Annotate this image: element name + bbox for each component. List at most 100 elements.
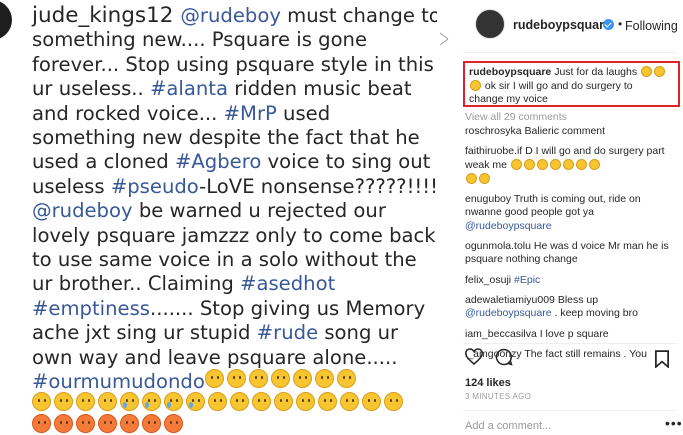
caption-link[interactable]: #alanta bbox=[150, 77, 228, 100]
featured-comment: rudeboypsquare Just for da laughs ok sir… bbox=[463, 61, 680, 107]
caption-text: lovely psquare jamzzz only to come back bbox=[32, 223, 436, 247]
add-comment-input[interactable]: Add a comment... bbox=[465, 420, 551, 432]
weary-emoji-icon bbox=[293, 369, 312, 388]
crying-emoji-icon bbox=[523, 158, 535, 170]
angry-emoji-icon bbox=[32, 414, 51, 433]
crying-emoji-icon bbox=[562, 158, 574, 170]
action-bar bbox=[464, 348, 513, 371]
crying-emoji-icon bbox=[479, 172, 490, 184]
angry-emoji-icon bbox=[120, 414, 139, 433]
caption-text: own way and leave psquare alone..... bbox=[32, 345, 398, 369]
caption-text: ur useless.. bbox=[32, 77, 150, 101]
caption-link[interactable]: #MrP bbox=[224, 102, 277, 125]
caption-link[interactable]: #emptiness bbox=[32, 297, 150, 320]
comment-item: faithiruobe.if D I will go and do surger… bbox=[465, 145, 677, 186]
caption-line: jude_kings12 @rudeboy must change to bbox=[32, 3, 437, 28]
avatar[interactable] bbox=[475, 9, 505, 39]
comment-text: The fact still remains . You bbox=[521, 347, 647, 360]
comment-user[interactable]: adewaletiamiyu009 bbox=[465, 294, 555, 306]
view-all-comments-link[interactable]: View all 29 comments bbox=[465, 111, 567, 123]
caption-text: -LoVE nonsense?????!!!! bbox=[199, 174, 437, 198]
caption-text: useless bbox=[32, 174, 111, 198]
laughing-emoji-icon bbox=[641, 66, 653, 77]
caption-link[interactable]: @rudeboy bbox=[180, 4, 281, 27]
caption-link[interactable]: @rudeboy bbox=[32, 199, 133, 222]
comment-user[interactable]: felix_osuji bbox=[465, 274, 511, 286]
comment-text: I love p square bbox=[536, 327, 609, 340]
caption-link[interactable]: #ourmumudondo bbox=[32, 370, 205, 393]
emoji-row-1 bbox=[205, 369, 356, 388]
comment-item: adewaletiamiyu009 Bless up @rudeboypsqua… bbox=[465, 294, 677, 321]
comment-box-divider bbox=[463, 410, 677, 411]
caption-text: something new despite the fact that he bbox=[32, 126, 420, 150]
emoji-row-2 bbox=[32, 392, 403, 411]
weary-emoji-icon bbox=[249, 369, 268, 388]
actions-divider bbox=[463, 343, 677, 344]
comment-user[interactable]: iam_beccasilva bbox=[465, 328, 537, 340]
weary-emoji-icon bbox=[384, 392, 403, 411]
caption-line: ur brother.. Claiming #asedhot bbox=[32, 272, 432, 296]
caption-line: something new despite the fact that he bbox=[32, 126, 432, 150]
caption-line: to use same voice in a solo without the bbox=[32, 248, 432, 272]
caption-line: own way and leave psquare alone..... bbox=[32, 346, 432, 370]
post-sidebar: rudeboypsquare • Following rudeboypsquar… bbox=[437, 0, 683, 435]
bookmark-icon[interactable] bbox=[655, 350, 669, 373]
caption-text: song ur bbox=[318, 321, 399, 345]
weary-emoji-icon bbox=[252, 392, 271, 411]
caption-text: used a cloned bbox=[32, 150, 175, 174]
weary-emoji-icon bbox=[205, 369, 224, 388]
weary-emoji-icon bbox=[362, 392, 381, 411]
caption-line: lovely psquare jamzzz only to come back bbox=[32, 224, 436, 248]
weary-emoji-icon bbox=[271, 369, 290, 388]
caption-line: useless #pseudo-LoVE nonsense?????!!!! bbox=[32, 174, 437, 199]
weary-emoji-icon bbox=[337, 369, 356, 388]
caption-link[interactable]: #Agbero bbox=[175, 150, 261, 173]
post-timestamp: 3 MINUTES AGO bbox=[465, 392, 532, 401]
comment-text: Balieric comment bbox=[521, 125, 606, 137]
following-button[interactable]: Following bbox=[625, 19, 678, 33]
angry-emoji-icon bbox=[76, 414, 95, 433]
comment-user[interactable]: enuguboy bbox=[465, 193, 511, 205]
crying-emoji-icon bbox=[186, 392, 205, 411]
crying-emoji-icon bbox=[588, 158, 600, 170]
weary-emoji-icon bbox=[274, 392, 293, 411]
caption-line: ur useless.. #alanta ridden music beat bbox=[32, 77, 432, 101]
angry-emoji-icon bbox=[164, 414, 183, 433]
collection-icon[interactable] bbox=[439, 32, 449, 46]
caption-link[interactable]: #pseudo bbox=[111, 175, 199, 198]
comment-text: Bless up bbox=[554, 293, 599, 306]
separator-dot: • bbox=[618, 17, 623, 31]
comment-hashtag[interactable]: #Epic bbox=[514, 274, 540, 286]
caption-text: voice to sing out bbox=[261, 150, 431, 174]
more-options-icon[interactable]: ••• bbox=[665, 415, 683, 431]
angry-emoji-icon bbox=[142, 414, 161, 433]
weary-emoji-icon bbox=[54, 392, 73, 411]
verified-icon bbox=[603, 19, 614, 30]
comment-mention[interactable]: @rudeboypsquare bbox=[465, 307, 552, 319]
caption-link[interactable]: #asedhot bbox=[240, 272, 335, 295]
comment-user[interactable]: faithiruobe.if bbox=[465, 145, 522, 157]
likes-count[interactable]: 124 likes bbox=[465, 377, 511, 389]
heart-icon[interactable] bbox=[464, 348, 484, 370]
comment-item: iam_beccasilva I love p square bbox=[465, 328, 677, 341]
comment-item: enuguboy Truth is coming out, ride on nw… bbox=[465, 193, 677, 233]
caption-text: and rocked voice... bbox=[32, 101, 224, 125]
header-username[interactable]: rudeboypsquare bbox=[513, 18, 611, 32]
comment-mention[interactable]: @rudeboypsquare bbox=[465, 220, 552, 232]
comment-user[interactable]: ogunmola.tolu bbox=[465, 240, 531, 252]
weary-emoji-icon bbox=[208, 392, 227, 411]
comment-user[interactable]: roschrosyka bbox=[465, 125, 522, 137]
caption-text: ....... Stop giving us Memory bbox=[150, 296, 426, 320]
laughing-emoji-icon bbox=[470, 79, 481, 91]
weary-emoji-icon bbox=[227, 369, 246, 388]
caption-username[interactable]: jude_kings12 bbox=[32, 3, 180, 28]
comment-icon[interactable] bbox=[495, 348, 513, 371]
featured-comment-user[interactable]: rudeboypsquare bbox=[469, 66, 551, 78]
caption-link[interactable]: #rude bbox=[257, 321, 318, 344]
comment-item: roschrosyka Balieric comment bbox=[465, 125, 677, 138]
caption-text: used bbox=[276, 101, 331, 125]
weary-emoji-icon bbox=[98, 392, 117, 411]
weary-emoji-icon bbox=[32, 392, 51, 411]
emoji-row-3 bbox=[32, 414, 183, 433]
comment-text-tail: . keep moving bro bbox=[551, 307, 638, 320]
